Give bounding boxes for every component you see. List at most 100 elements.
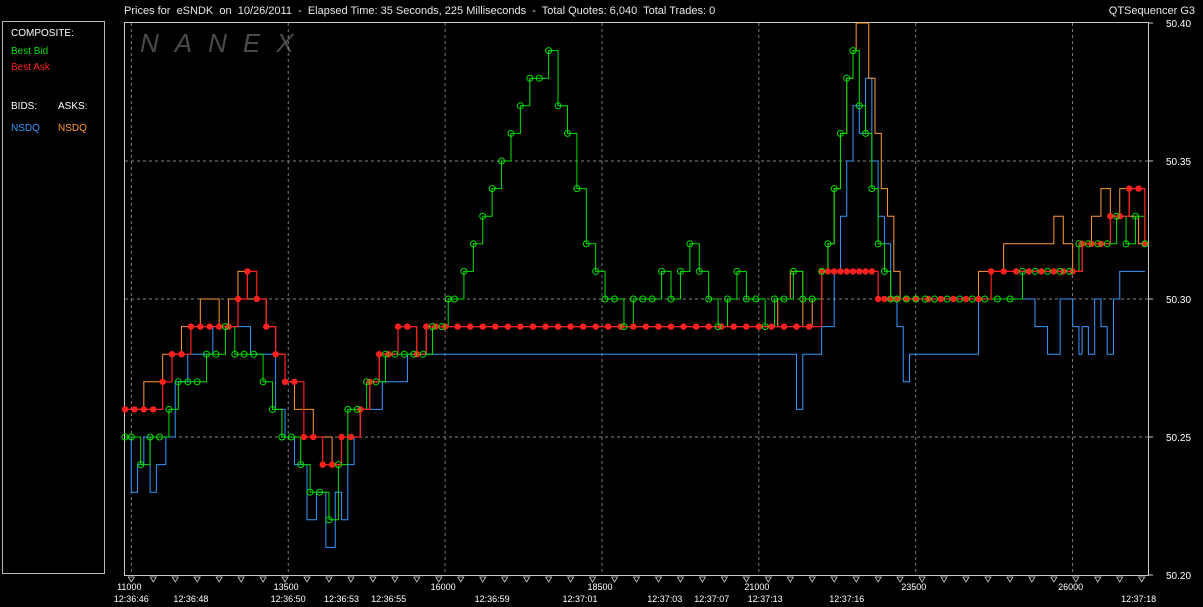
best-ask-marker <box>592 323 599 330</box>
y-tick-label: 50.30 <box>1166 295 1191 306</box>
best-ask-marker <box>300 433 308 441</box>
y-tick-label: 50.40 <box>1166 19 1191 30</box>
best-ask-marker <box>1107 213 1114 220</box>
best-ask-marker <box>680 323 687 330</box>
best-ask-marker <box>862 268 869 275</box>
best-ask-marker <box>843 268 850 275</box>
x-tick-label: 16000 <box>431 582 456 592</box>
quote-tick-marker <box>566 576 575 583</box>
best-ask-marker <box>187 323 195 330</box>
best-ask-marker <box>837 268 844 275</box>
best-ask-marker <box>347 433 355 441</box>
x-tick-label: 11000 <box>117 582 141 592</box>
time-label: 12:36:59 <box>475 594 510 604</box>
best-ask-marker <box>1038 268 1045 275</box>
quote-tick-marker <box>1050 576 1058 583</box>
best-ask-marker <box>454 323 461 330</box>
time-label: 12:37:07 <box>694 594 729 604</box>
quote-tick-marker <box>962 576 970 583</box>
best-ask-marker <box>881 295 888 303</box>
best-ask-marker <box>1135 185 1142 192</box>
best-ask-marker <box>1050 268 1058 275</box>
time-label: 12:37:03 <box>647 594 682 604</box>
best-ask-marker <box>178 351 185 358</box>
best-ask-marker <box>263 323 270 330</box>
best-ask-marker <box>856 268 863 275</box>
best-ask-marker <box>529 323 537 330</box>
best-ask-marker <box>159 378 166 385</box>
time-label: 12:36:46 <box>114 594 149 604</box>
quote-tick-marker <box>149 576 157 583</box>
quote-tick-marker <box>654 576 663 583</box>
best-ask-marker <box>743 323 750 330</box>
best-ask-marker <box>1025 268 1032 275</box>
quote-tick-marker <box>544 576 553 583</box>
best-ask-marker <box>234 295 242 303</box>
best-ask-marker <box>755 323 763 330</box>
best-ask-marker <box>121 406 129 413</box>
best-ask-marker <box>1013 268 1020 275</box>
best-ask-marker <box>394 323 402 330</box>
best-ask-marker <box>328 461 336 468</box>
best-ask-marker <box>830 268 838 275</box>
quote-tick-marker <box>347 576 355 583</box>
x-tick-label: 21000 <box>744 582 769 592</box>
best-ask-marker <box>1125 185 1133 192</box>
best-ask-marker <box>168 351 176 358</box>
best-ask-marker <box>579 323 587 330</box>
quote-tick-marker <box>303 576 311 583</box>
quote-tick-marker <box>874 576 882 583</box>
best-ask-marker <box>692 323 700 330</box>
time-label: 12:37:18 <box>1121 594 1156 604</box>
quote-tick-marker <box>457 576 465 583</box>
best-ask-marker <box>937 295 945 303</box>
best-ask-marker <box>338 433 345 441</box>
best-ask-marker <box>504 323 512 330</box>
nsdq-bid-line <box>125 77 1145 548</box>
best-ask-marker <box>975 295 982 303</box>
best-ask-marker <box>567 323 574 330</box>
quote-tick-marker <box>632 576 641 583</box>
quote-tick-marker <box>1138 576 1146 583</box>
best-ask-marker <box>423 323 430 330</box>
quote-tick-marker <box>1028 576 1036 583</box>
best-ask-marker <box>793 323 800 330</box>
time-label: 12:37:01 <box>562 594 597 604</box>
quote-tick-marker <box>786 576 794 583</box>
best-ask-marker <box>272 351 279 358</box>
best-ask-marker <box>466 323 474 330</box>
best-ask-marker <box>950 295 957 303</box>
quote-tick-marker <box>698 576 707 583</box>
best-ask-marker <box>987 268 995 275</box>
quote-tick-marker <box>413 576 421 583</box>
quote-tick-marker <box>193 576 201 583</box>
x-tick-label: 13500 <box>274 582 299 592</box>
best-ask-marker <box>479 323 486 330</box>
best-ask-marker <box>805 323 813 330</box>
quote-tick-marker <box>369 576 377 583</box>
best-ask-marker <box>244 268 251 275</box>
best-ask-marker <box>705 323 712 330</box>
best-ask-marker <box>730 323 737 330</box>
quote-tick-marker <box>1006 576 1014 583</box>
best-ask-marker <box>655 323 662 330</box>
best-ask-marker <box>768 323 775 330</box>
best-ask-marker <box>281 378 289 385</box>
best-ask-marker <box>542 323 549 330</box>
x-tick-label: 18500 <box>587 582 612 592</box>
time-label: 12:36:50 <box>271 594 306 604</box>
time-label: 12:36:55 <box>371 594 406 604</box>
x-tick-label: 23500 <box>901 582 926 592</box>
best-ask-marker <box>642 323 650 330</box>
quote-tick-marker <box>830 576 838 583</box>
best-ask-marker <box>1000 268 1007 275</box>
quote-tick-marker <box>171 576 179 583</box>
quote-tick-marker <box>984 576 992 583</box>
quote-tick-marker <box>237 576 245 583</box>
quote-tick-marker <box>391 576 399 583</box>
best-ask-marker <box>630 323 637 330</box>
series-layer <box>125 22 1146 548</box>
best-ask-marker <box>206 323 213 330</box>
y-tick-label: 50.35 <box>1166 157 1191 168</box>
quote-tick-marker <box>479 576 487 583</box>
